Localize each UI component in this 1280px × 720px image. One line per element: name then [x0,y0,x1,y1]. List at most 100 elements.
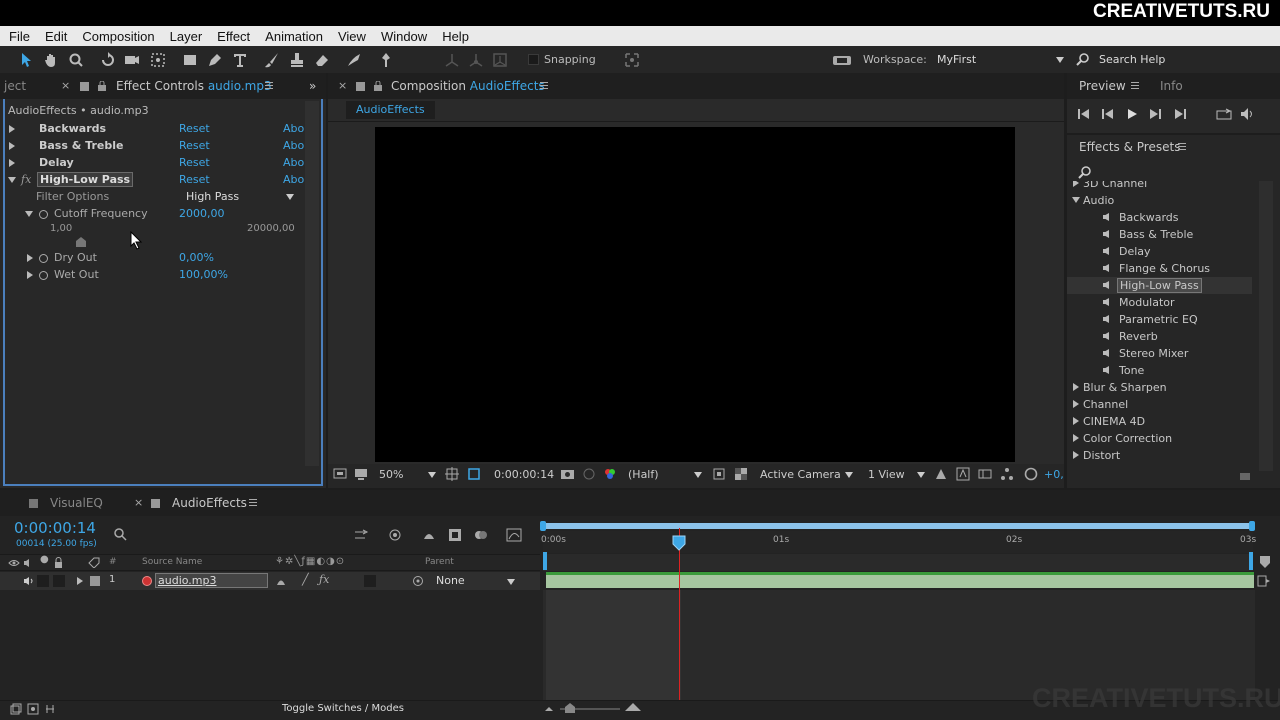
expand-panels-icon[interactable]: » [309,79,316,93]
pickwhip-icon[interactable] [412,575,424,587]
effect-row-bass-treble[interactable]: Bass & Treble Reset Abo [0,138,305,154]
zoom-tool-icon[interactable] [68,52,84,68]
local-axis-icon[interactable] [444,52,460,68]
next-frame-icon[interactable] [1148,108,1162,120]
rectangle-tool-icon[interactable] [182,52,198,68]
eraser-tool-icon[interactable] [314,52,330,68]
frame-blending-icon[interactable] [447,527,463,543]
camera-select[interactable]: Active Camera [760,468,841,481]
panel-menu-icon[interactable] [1131,82,1139,89]
current-time[interactable]: 0:00:00:14 [494,468,554,481]
effects-switch-icon[interactable]: ƒx [319,573,329,586]
work-area-end-handle[interactable] [1249,521,1255,531]
stopwatch-icon[interactable] [39,210,48,219]
effect-category[interactable]: Distort [1067,447,1252,464]
parent-dropdown-icon[interactable] [507,579,515,585]
graph-editor-icon[interactable] [506,527,522,543]
fast-preview-icon[interactable] [956,467,970,481]
work-area-start-handle[interactable] [540,521,546,531]
expand-icon[interactable] [1073,400,1079,408]
about-link[interactable]: Abo [283,139,304,152]
pan-behind-tool-icon[interactable] [150,52,166,68]
region-of-interest-icon[interactable] [712,467,726,481]
adjustment-switch[interactable] [364,575,376,587]
playhead-handle-icon[interactable] [672,535,686,551]
cutoff-value[interactable]: 2000,00 [179,207,225,220]
layer-switches-icon[interactable] [10,703,22,715]
zoom-select[interactable]: 50% [379,468,403,481]
audio-icon[interactable] [1240,107,1256,121]
composition-viewer[interactable] [375,127,1015,462]
column-parent[interactable]: Parent [425,557,454,567]
effect-item[interactable]: Parametric EQ [1067,311,1252,328]
zoom-out-icon[interactable] [544,704,554,712]
always-preview-icon[interactable] [333,467,347,481]
close-icon[interactable]: × [134,496,143,509]
panel-color-icon[interactable] [356,82,365,91]
menu-effect[interactable]: Effect [208,29,256,44]
expand-icon[interactable] [9,142,15,150]
effect-item[interactable]: Bass & Treble [1067,226,1252,243]
comp-mini-flowchart-icon[interactable] [353,528,369,542]
effect-item[interactable]: Reverb [1067,328,1252,345]
loop-icon[interactable] [1216,108,1232,120]
view-dropdown-icon[interactable] [917,472,925,478]
quality-switch-icon[interactable]: ╱ [302,573,309,586]
lock-column-icon[interactable] [54,557,63,568]
tab-visualeq[interactable]: VisualEQ [50,496,103,510]
close-icon[interactable]: × [61,79,70,92]
wet-out-value[interactable]: 100,00% [179,268,228,281]
menu-layer[interactable]: Layer [161,29,209,44]
snapping-checkbox[interactable] [528,54,539,65]
in-out-stretch-icon[interactable] [44,703,56,715]
reset-link[interactable]: Reset [179,156,210,169]
draft-3d-icon[interactable] [387,527,403,543]
solo-column-icon[interactable]: ● [40,554,49,565]
label-column-icon[interactable] [88,557,100,568]
monitor-icon[interactable] [354,467,368,481]
expand-icon[interactable] [1073,451,1079,459]
layer-marker-icon[interactable] [1257,575,1271,587]
workspace-select[interactable]: MyFirst [937,53,976,66]
flowchart-icon[interactable] [1000,467,1014,481]
effect-item[interactable]: Delay [1067,243,1252,260]
column-source-name[interactable]: Source Name [142,557,202,567]
time-ruler[interactable] [543,531,1253,553]
hand-tool-icon[interactable] [43,52,59,68]
menu-composition[interactable]: Composition [73,29,160,44]
effect-item[interactable]: Backwards [1067,209,1252,226]
hide-shy-layers-icon[interactable] [421,527,437,543]
effect-row-backwards[interactable]: Backwards Reset Abo [0,121,305,137]
pen-tool-icon[interactable] [207,52,223,68]
solo-toggle[interactable] [37,575,49,587]
effect-category[interactable]: Channel [1067,396,1252,413]
search-help-icon[interactable] [1075,52,1091,68]
panel-menu-icon[interactable] [540,82,548,89]
world-axis-icon[interactable] [468,52,484,68]
layer-name[interactable]: audio.mp3 [155,573,268,588]
timeline-current-time[interactable]: 0:00:00:14 [14,519,96,537]
transparency-grid-icon[interactable] [734,467,748,481]
expand-icon[interactable] [1073,383,1079,391]
first-frame-icon[interactable] [1077,108,1091,120]
effect-category[interactable]: CINEMA 4D [1067,413,1252,430]
motion-blur-icon[interactable] [473,527,489,543]
show-snapshot-icon[interactable] [582,467,596,481]
work-area-bar[interactable] [543,523,1253,529]
panel-menu-icon[interactable] [265,82,273,89]
expand-icon[interactable] [1073,181,1079,187]
expand-icon[interactable] [9,125,15,133]
about-link[interactable]: Abo [283,122,304,135]
effect-row-high-low-pass[interactable]: fx High-Low Pass Reset Abo [0,172,305,188]
stopwatch-icon[interactable] [39,271,48,280]
roto-brush-tool-icon[interactable] [346,52,362,68]
effect-category[interactable]: Color Correction [1067,430,1252,447]
expand-icon[interactable] [27,271,33,279]
selection-tool-icon[interactable] [18,52,34,68]
search-icon[interactable] [1077,165,1093,179]
dry-out-value[interactable]: 0,00% [179,251,214,264]
snapshot-icon[interactable] [560,467,575,481]
comp-marker-bin-icon[interactable] [1259,555,1271,569]
view-axis-icon[interactable] [492,52,508,68]
collapse-icon[interactable] [1072,197,1080,203]
